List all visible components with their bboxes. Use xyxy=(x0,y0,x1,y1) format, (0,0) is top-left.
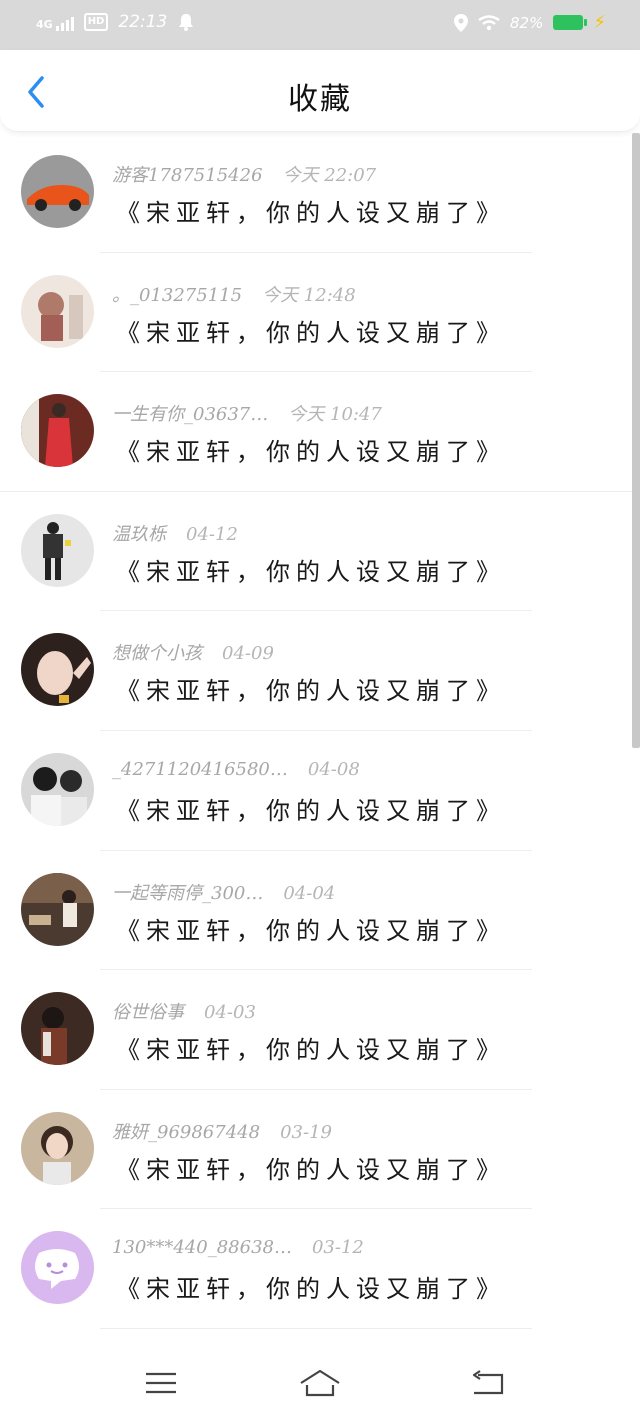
wifi-icon xyxy=(478,14,500,30)
battery-percent: 82% xyxy=(510,13,544,32)
timestamp: 04-08 xyxy=(307,758,360,780)
network-type: 4G xyxy=(36,18,53,31)
status-bar: 4G HD 22:13 82% ⚡ xyxy=(0,0,640,50)
avatar[interactable] xyxy=(21,752,94,826)
username: 雅妍_969867448 xyxy=(112,1121,261,1143)
username: _4271120416580… xyxy=(112,758,288,780)
cellular-signal-icon: 4G xyxy=(36,13,74,31)
avatar[interactable] xyxy=(21,513,94,587)
item-title: 《宋亚轩，你的人设又崩了》 xyxy=(116,318,506,347)
username: 想做个小孩 xyxy=(112,643,202,665)
timestamp: 04-04 xyxy=(283,882,336,904)
notification-bell-icon xyxy=(179,14,194,31)
timestamp: 03-12 xyxy=(311,1237,364,1259)
item-title: 《宋亚轩，你的人设又崩了》 xyxy=(116,1155,506,1184)
list-item[interactable]: 温玖栎 04-12 《宋亚轩，你的人设又崩了》 xyxy=(0,492,632,612)
username: 俗世俗事 xyxy=(112,1002,184,1024)
list-item[interactable]: 一生有你_03637… 今天 10:47 《宋亚轩，你的人设又崩了》 xyxy=(0,372,632,492)
home-icon[interactable] xyxy=(298,1367,342,1399)
username: 。_013275115 xyxy=(112,284,243,306)
scrollbar[interactable] xyxy=(632,133,640,748)
back-icon[interactable] xyxy=(468,1367,508,1399)
avatar[interactable] xyxy=(21,1111,94,1185)
list-item[interactable]: 一起等雨停_300… 04-04 《宋亚轩，你的人设又崩了》 xyxy=(0,851,632,971)
list-item[interactable]: 雅妍_969867448 03-19 《宋亚轩，你的人设又崩了》 xyxy=(0,1090,632,1210)
charging-icon: ⚡ xyxy=(593,12,606,33)
item-title: 《宋亚轩，你的人设又崩了》 xyxy=(116,199,506,227)
username: 一生有你_03637… xyxy=(112,404,269,426)
item-title: 《宋亚轩，你的人设又崩了》 xyxy=(116,557,506,586)
list-item[interactable]: 俗世俗事 04-03 《宋亚轩，你的人设又崩了》 xyxy=(0,970,632,1090)
page-title: 收藏 xyxy=(288,82,352,117)
username: 一起等雨停_300… xyxy=(112,882,264,904)
avatar[interactable] xyxy=(21,992,94,1066)
timestamp: 今天 22:07 xyxy=(282,165,377,186)
timestamp: 今天 10:47 xyxy=(288,404,382,426)
item-title: 《宋亚轩，你的人设又崩了》 xyxy=(116,1275,506,1304)
timestamp: 04-12 xyxy=(186,523,238,545)
list-item[interactable]: 。_013275115 今天 12:48 《宋亚轩，你的人设又崩了》 xyxy=(0,253,632,373)
username: 游客1787515426 xyxy=(112,165,263,186)
timestamp: 04-03 xyxy=(204,1002,256,1024)
item-title: 《宋亚轩，你的人设又崩了》 xyxy=(116,796,506,825)
status-time: 22:13 xyxy=(118,12,168,32)
list-item[interactable]: 游客1787515426 今天 22:07 《宋亚轩，你的人设又崩了》 xyxy=(0,133,632,253)
avatar[interactable] xyxy=(21,274,94,348)
list-item[interactable]: _4271120416580… 04-08 《宋亚轩，你的人设又崩了》 xyxy=(0,731,632,851)
divider xyxy=(100,1327,532,1329)
timestamp: 04-09 xyxy=(222,643,274,665)
page-header: 收藏 xyxy=(0,50,640,132)
username: 温玖栎 xyxy=(112,523,166,545)
item-title: 《宋亚轩，你的人设又崩了》 xyxy=(116,677,506,706)
item-title: 《宋亚轩，你的人设又崩了》 xyxy=(116,1036,506,1065)
menu-icon[interactable] xyxy=(141,1367,181,1399)
location-icon xyxy=(454,13,469,32)
system-nav-bar xyxy=(0,1345,640,1422)
hd-icon: HD xyxy=(83,13,109,31)
avatar[interactable] xyxy=(21,1231,94,1305)
timestamp: 今天 12:48 xyxy=(262,284,356,306)
item-title: 《宋亚轩，你的人设又崩了》 xyxy=(116,438,506,467)
avatar[interactable] xyxy=(21,872,94,946)
battery-icon xyxy=(553,15,588,30)
favorites-list: 游客1787515426 今天 22:07 《宋亚轩，你的人设又崩了》 。_013… xyxy=(0,133,632,1329)
list-item[interactable]: 想做个小孩 04-09 《宋亚轩，你的人设又崩了》 xyxy=(0,611,632,731)
item-title: 《宋亚轩，你的人设又崩了》 xyxy=(116,916,506,945)
list-item[interactable]: 130***440_88638… 03-12 《宋亚轩，你的人设又崩了》 xyxy=(0,1209,632,1329)
avatar[interactable] xyxy=(21,633,94,707)
avatar[interactable] xyxy=(21,155,94,228)
username: 130***440_88638… xyxy=(112,1237,292,1259)
timestamp: 03-19 xyxy=(280,1121,332,1143)
avatar[interactable] xyxy=(21,394,94,468)
